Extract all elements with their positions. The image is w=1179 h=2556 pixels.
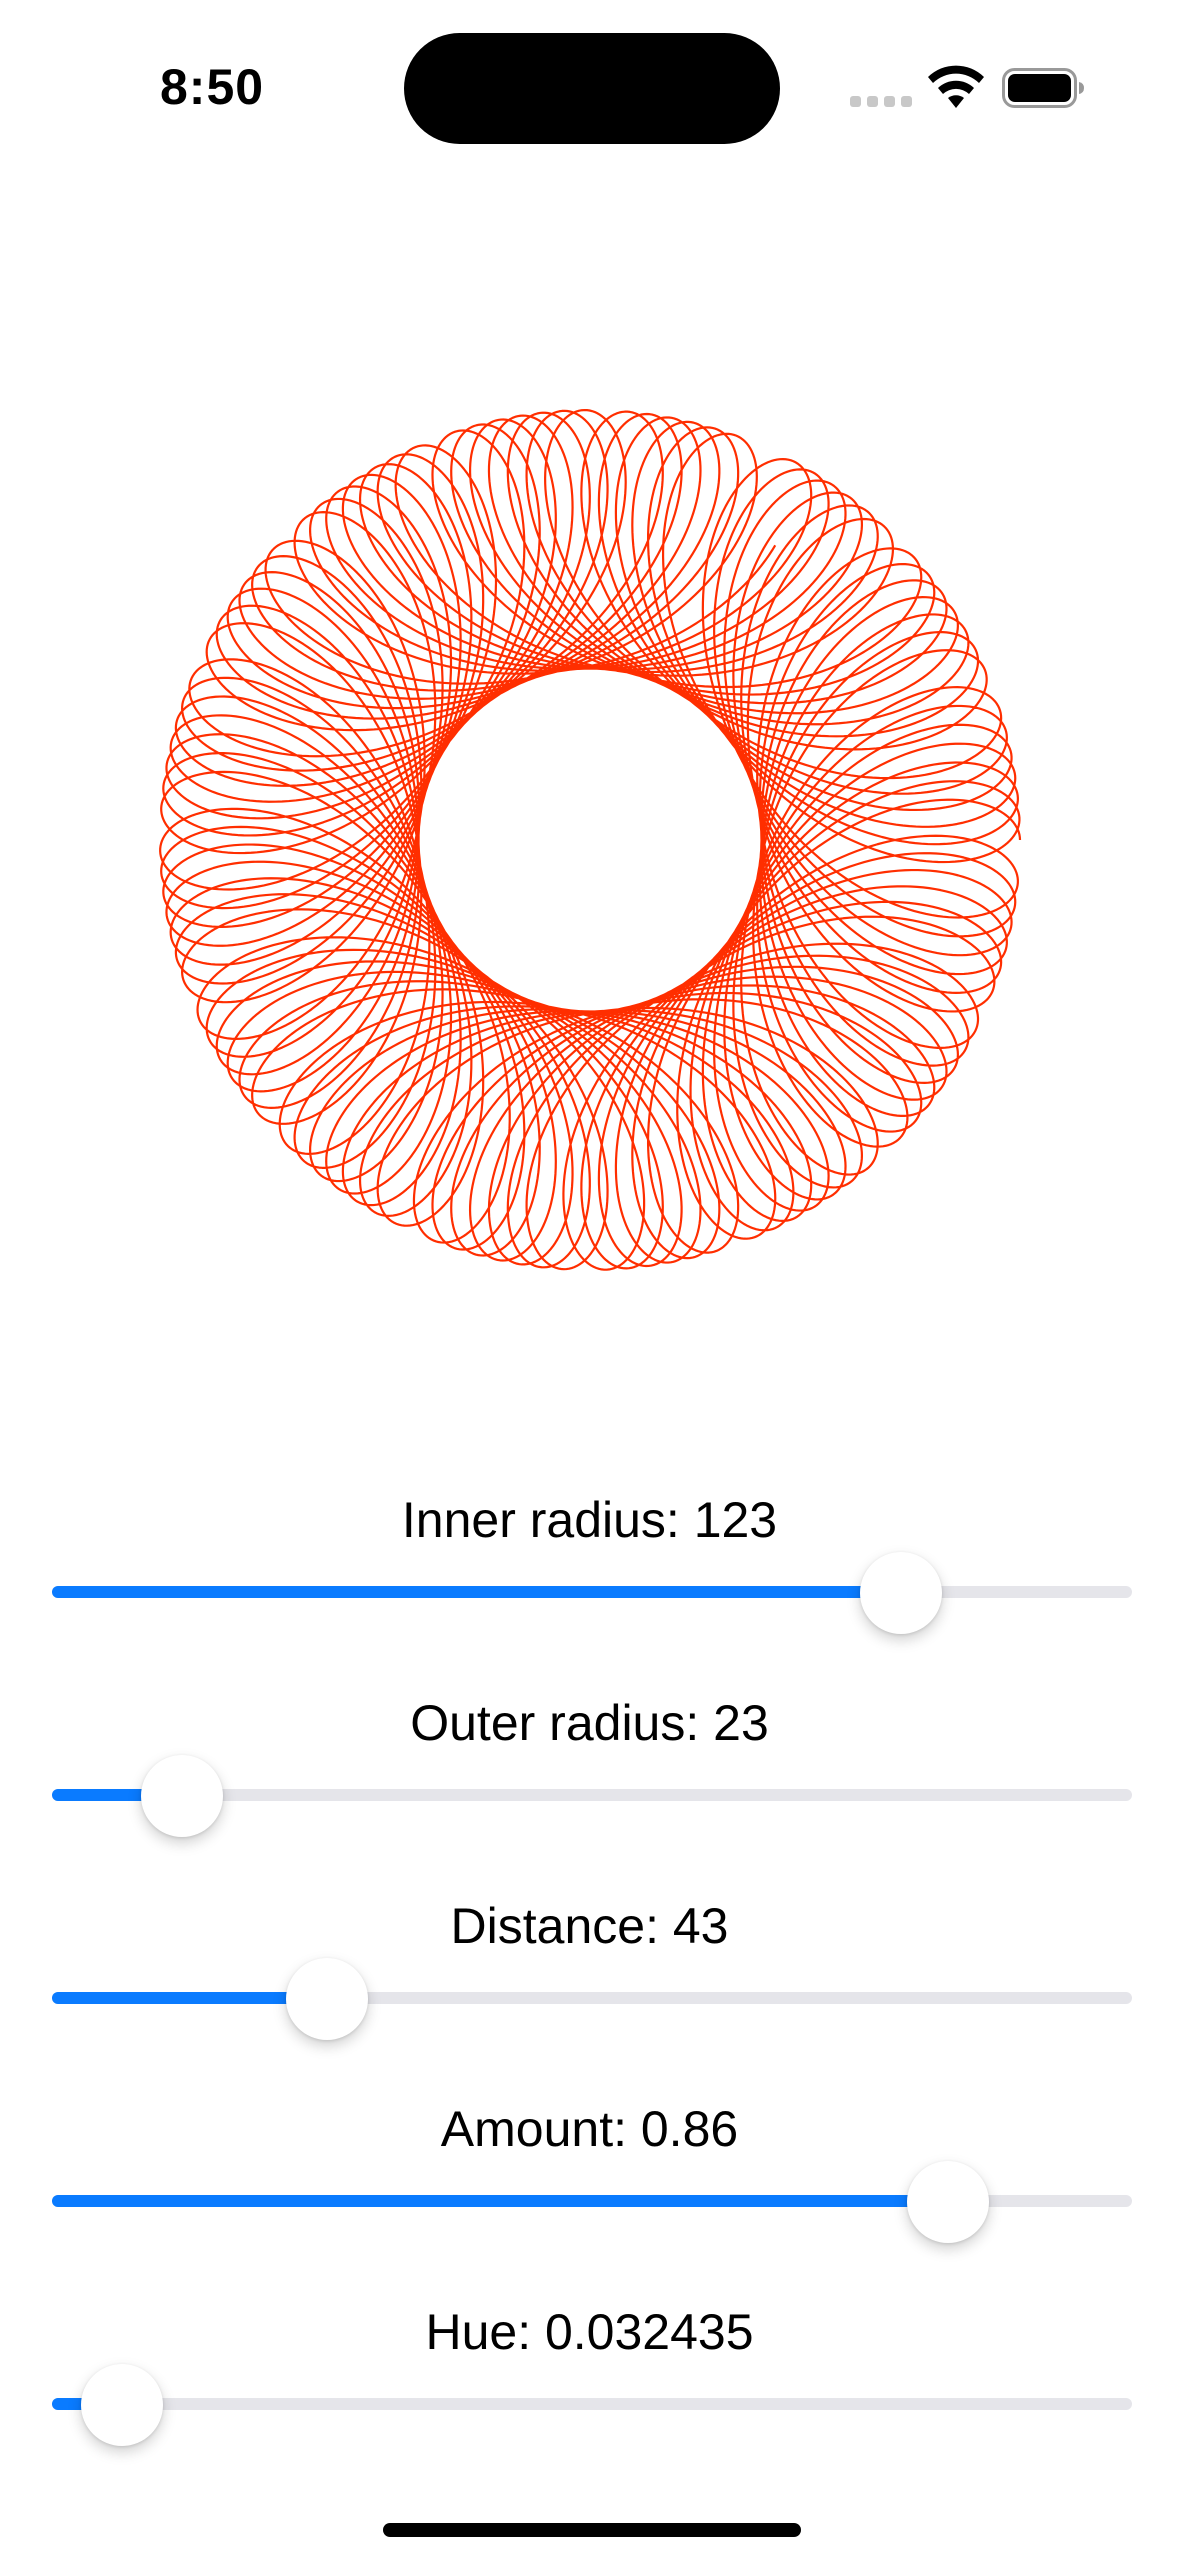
inner-radius-control: Inner radius: 123 [0, 1490, 1179, 1660]
inner-radius-slider-fill [52, 1586, 901, 1598]
distance-control: Distance: 43 [0, 1896, 1179, 2066]
signal-icon [850, 96, 914, 108]
spirograph-path [159, 408, 1022, 1271]
spirograph-canvas [159, 408, 1022, 1271]
wifi-icon [928, 65, 984, 108]
hue-control: Hue: 0.032435 [0, 2302, 1179, 2472]
amount-slider-thumb[interactable] [907, 2161, 990, 2243]
status-time: 8:50 [160, 59, 265, 115]
distance-slider[interactable] [52, 1992, 1132, 2004]
hue-slider-thumb[interactable] [81, 2364, 164, 2446]
distance-label: Distance: 43 [450, 1898, 729, 1954]
hue-slider[interactable] [52, 2398, 1132, 2410]
inner-radius-slider-thumb[interactable] [859, 1552, 942, 1634]
distance-slider-thumb[interactable] [286, 1958, 369, 2040]
dynamic-island [404, 33, 780, 144]
amount-control: Amount: 0.86 [0, 2099, 1179, 2269]
outer-radius-label: Outer radius: 23 [410, 1695, 769, 1751]
inner-radius-label: Inner radius: 123 [401, 1492, 778, 1548]
inner-radius-slider[interactable] [52, 1586, 1132, 1598]
outer-radius-slider-thumb[interactable] [140, 1755, 223, 1837]
outer-radius-control: Outer radius: 23 [0, 1693, 1179, 1863]
amount-label: Amount: 0.86 [440, 2101, 739, 2157]
amount-slider-fill [52, 2195, 949, 2207]
hue-label: Hue: 0.032435 [425, 2304, 754, 2360]
home-indicator [383, 2523, 801, 2537]
status-bar: 8:50 [0, 0, 1179, 180]
battery-icon [1002, 68, 1084, 108]
